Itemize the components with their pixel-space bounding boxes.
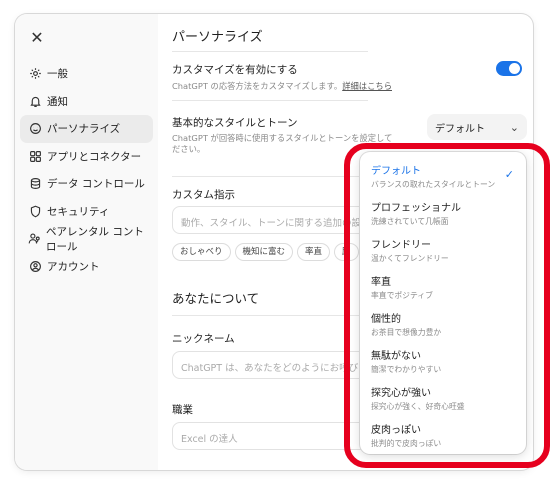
sidebar-item-security[interactable]: セキュリティ [20,198,153,226]
chip-direct[interactable]: 率直 [297,243,331,261]
customize-desc-text: ChatGPT の応答方法をカスタマイズします。 [172,81,343,91]
customize-label: カスタマイズを有効にする [172,64,298,76]
customize-toggle[interactable] [496,61,522,76]
sidebar-item-label: アカウント [47,260,100,273]
custom-instructions-label: カスタム指示 [172,189,235,201]
database-icon [28,177,42,191]
divider [172,315,368,316]
divider [172,51,368,52]
sidebar-item-apps[interactable]: アプリとコネクター [20,143,153,171]
close-icon[interactable]: ✕ [27,28,47,48]
sidebar-nav: 一般 通知 パーソナライズ アプリとコネクター データ コントロール セキュリテ… [20,60,153,280]
sidebar-item-label: パーソナライズ [47,123,121,136]
sidebar-item-account[interactable]: アカウント [20,253,153,281]
custom-instructions-input[interactable]: 動作、スタイル、トーンに関する追加の設定 [172,206,368,234]
sidebar: ✕ 一般 通知 パーソナライズ アプリとコネクター データ コントロール セキュ… [15,14,158,470]
about-you-title: あなたについて [172,291,260,306]
account-icon [28,259,42,273]
bell-icon [28,94,42,108]
instruction-chips: おしゃべり 機知に富む 率直 励 [172,243,359,261]
job-input[interactable]: Excel の達人 [172,422,368,450]
style-desc-line1: ChatGPT が回答時に使用するスタイルとトーンを設定して [172,133,393,143]
sidebar-item-parental-controls[interactable]: ペアレンタル コントロール [20,225,153,253]
highlight-annotation [344,143,550,468]
learn-more-link[interactable]: 詳細はこちら [342,81,392,91]
sidebar-item-notifications[interactable]: 通知 [20,88,153,116]
personalize-icon [28,122,42,136]
divider [172,100,368,101]
nickname-input[interactable]: ChatGPT は、あなたをどのようにお呼びし [172,351,368,379]
sidebar-item-general[interactable]: 一般 [20,60,153,88]
gear-icon [28,67,42,81]
sidebar-item-data-controls[interactable]: データ コントロール [20,170,153,198]
chip-chatty[interactable]: おしゃべり [172,243,231,261]
customize-desc: ChatGPT の応答方法をカスタマイズします。詳細はこちら [172,81,392,92]
sidebar-item-label: アプリとコネクター [47,150,142,163]
chevron-down-icon: ⌄ [509,120,519,134]
sidebar-item-personalize[interactable]: パーソナライズ [20,115,153,143]
shield-icon [28,204,42,218]
sidebar-item-label: データ コントロール [47,178,145,191]
style-dropdown[interactable]: デフォルト ⌄ [427,114,527,140]
sidebar-item-label: ペアレンタル コントロール [46,225,144,253]
sidebar-item-label: 一般 [47,68,68,81]
job-label: 職業 [172,404,193,416]
style-label: 基本的なスタイルとトーン [172,117,298,129]
page-title: パーソナライズ [172,30,263,45]
nickname-label: ニックネーム [172,333,235,345]
style-dropdown-value: デフォルト [435,123,485,135]
divider [172,176,368,177]
sidebar-item-label: セキュリティ [47,205,110,218]
apps-icon [28,149,42,163]
parental-icon [28,232,41,246]
chip-witty[interactable]: 機知に富む [234,243,294,261]
sidebar-item-label: 通知 [47,95,68,108]
